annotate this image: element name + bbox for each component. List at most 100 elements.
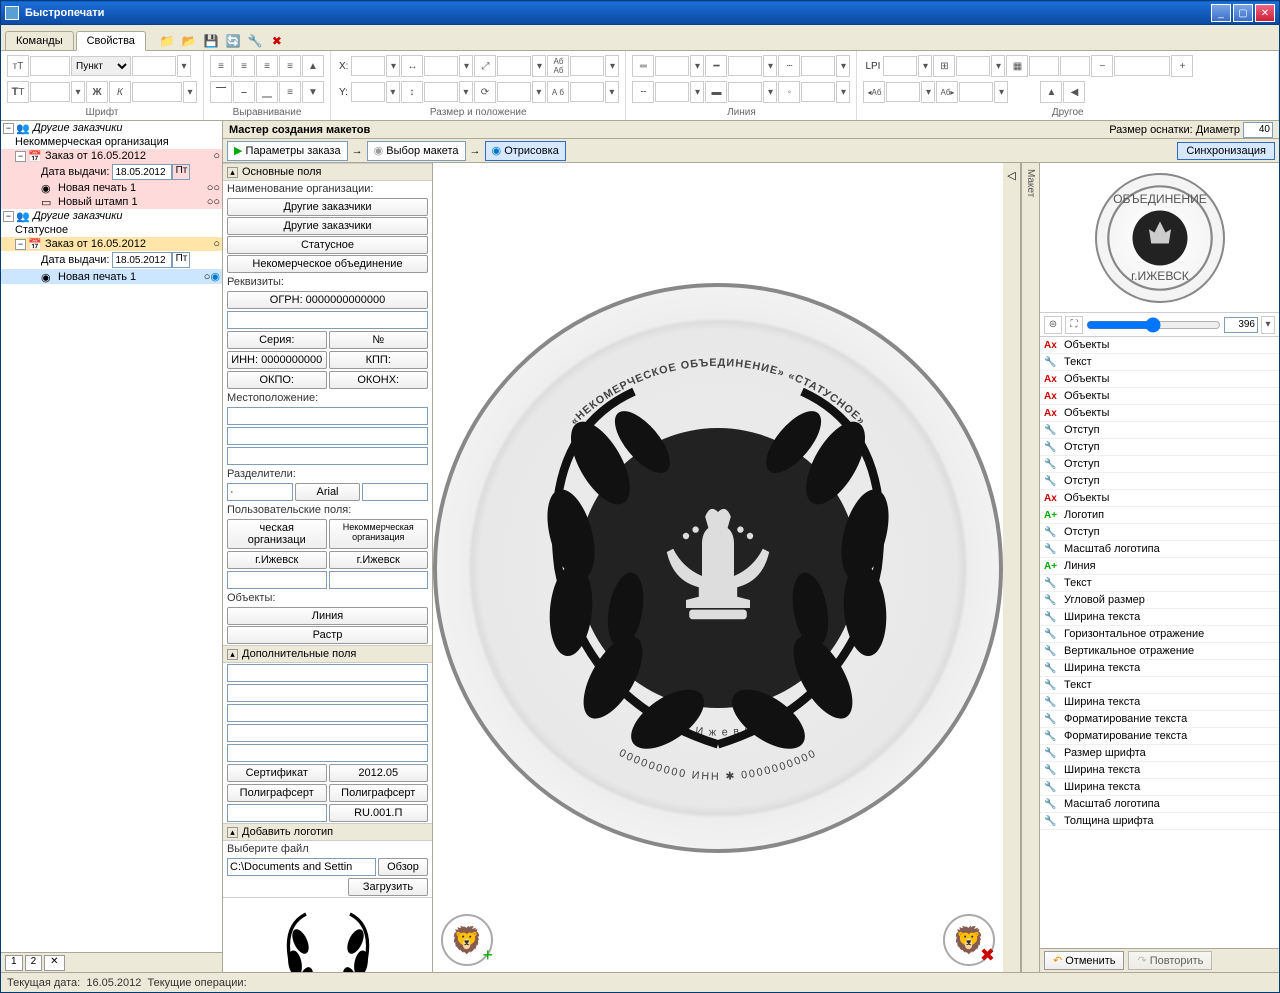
font-val-input[interactable] — [132, 56, 176, 76]
section-add-logo[interactable]: ▴Добавить логотип — [223, 823, 432, 841]
line-button[interactable]: Линия — [227, 607, 428, 625]
refresh-icon[interactable]: 🔄 — [224, 32, 242, 50]
browse-button[interactable]: Обзор — [378, 858, 428, 876]
close-button[interactable]: ✕ — [1255, 4, 1275, 22]
ab-right-icon[interactable]: Аб▸ — [936, 81, 958, 103]
tree-item[interactable]: Новая печать 1 — [58, 271, 136, 283]
text-scale-icon[interactable]: TT — [7, 81, 29, 103]
lpi-input[interactable] — [883, 56, 917, 76]
object-list-item[interactable]: 🔧Толщина шрифта — [1040, 813, 1279, 830]
h-input[interactable] — [424, 82, 458, 102]
lw-input[interactable] — [728, 56, 762, 76]
page-close-button[interactable]: ✕ — [44, 955, 64, 971]
align-right-icon[interactable]: ≡ — [256, 55, 278, 77]
corner-add-icon[interactable]: 🦁+ — [441, 914, 493, 966]
radio-icon[interactable]: ○ — [213, 150, 220, 162]
zoom-value-input[interactable] — [1224, 317, 1258, 333]
object-list-item[interactable]: 🔧Угловой размер — [1040, 592, 1279, 609]
city-button[interactable]: г.Ижевск — [329, 551, 429, 569]
chevron-down-icon[interactable]: ▾ — [177, 55, 191, 77]
tree-collapse-icon[interactable]: − — [3, 123, 14, 134]
align-justify-icon[interactable]: ≡ — [279, 55, 301, 77]
cert-date-button[interactable]: 2012.05 — [329, 764, 429, 782]
plus-button[interactable]: + — [1171, 55, 1193, 77]
abr-input[interactable] — [959, 82, 993, 102]
sep-size-input[interactable] — [362, 483, 428, 501]
object-list-item[interactable]: AxОбъекты — [1040, 405, 1279, 422]
scale-icon[interactable]: ⤢ — [474, 55, 496, 77]
x-input[interactable] — [351, 56, 385, 76]
spin-icon[interactable]: ▾ — [994, 81, 1008, 103]
tab-commands[interactable]: Команды — [5, 31, 74, 50]
mirror-v-icon[interactable]: ◀ — [1063, 81, 1085, 103]
spin-icon[interactable]: ▾ — [386, 55, 400, 77]
no-button[interactable]: № — [329, 331, 429, 349]
spin-icon[interactable]: ▾ — [763, 55, 777, 77]
object-list-item[interactable]: 🔧Масштаб логотипа — [1040, 541, 1279, 558]
corner-remove-icon[interactable]: 🦁✖ — [943, 914, 995, 966]
align-center-icon[interactable]: ≡ — [233, 55, 255, 77]
line-width-icon[interactable]: ━ — [705, 55, 727, 77]
extra-input[interactable] — [227, 704, 428, 722]
line-end-icon[interactable]: ▬ — [705, 81, 727, 103]
object-list-item[interactable]: 🔧Вертикальное отражение — [1040, 643, 1279, 660]
pattern-icon[interactable]: ▦ — [1006, 55, 1028, 77]
fit-width-icon[interactable]: ⊜ — [1044, 316, 1062, 334]
tree-label[interactable]: Заказ от 16.05.2012 — [45, 150, 146, 162]
align-left-icon[interactable]: ≡ — [210, 55, 232, 77]
object-list-item[interactable]: AxОбъекты — [1040, 490, 1279, 507]
customer-button[interactable]: Другие заказчики — [227, 198, 428, 216]
object-list-item[interactable]: A+Логотип — [1040, 507, 1279, 524]
delete-icon[interactable]: ✖ — [268, 32, 286, 50]
abl-input[interactable] — [886, 82, 920, 102]
tree-item[interactable]: Новая печать 1 — [58, 182, 136, 194]
okpo-button[interactable]: ОКПО: — [227, 371, 327, 389]
line-cap-icon[interactable]: ◦ — [778, 81, 800, 103]
object-list-item[interactable]: 🔧Отступ — [1040, 456, 1279, 473]
object-list-item[interactable]: 🔧Ширина текста — [1040, 779, 1279, 796]
object-list-item[interactable]: 🔧Ширина текста — [1040, 609, 1279, 626]
canvas-area[interactable]: «НЕКОМЕРЧЕСКОЕ ОБЪЕДИНЕНИЕ» «СТАТУСНОЕ» … — [433, 163, 1003, 972]
object-list-item[interactable]: AxОбъекты — [1040, 371, 1279, 388]
width-icon[interactable]: ↔ — [401, 55, 423, 77]
p2-input[interactable] — [1060, 56, 1090, 76]
wizard-step-layout[interactable]: ◉ Выбор макета — [367, 141, 466, 161]
folder-icon[interactable]: 📁 — [158, 32, 176, 50]
ld-input[interactable] — [801, 56, 835, 76]
lg-input[interactable] — [655, 82, 689, 102]
minimize-button[interactable]: _ — [1211, 4, 1231, 22]
raster-button[interactable]: Растр — [227, 626, 428, 644]
tree-collapse-icon[interactable]: − — [15, 151, 26, 162]
cert-button[interactable]: Сертификат — [227, 764, 327, 782]
load-button[interactable]: Загрузить — [348, 878, 428, 896]
font-scale-input[interactable] — [30, 82, 70, 102]
section-main-fields[interactable]: ▴Основные поля — [223, 163, 432, 181]
spin-icon[interactable]: ▾ — [459, 81, 473, 103]
extra-input[interactable] — [227, 724, 428, 742]
status-button[interactable]: Статусное — [227, 236, 428, 254]
spin-icon[interactable]: ▾ — [459, 55, 473, 77]
valign-dist-icon[interactable]: ≡ — [279, 81, 301, 103]
font-color-input[interactable] — [132, 82, 182, 102]
spin-icon[interactable]: ▾ — [532, 81, 546, 103]
ogrn-button[interactable]: ОГРН: 0000000000000 — [227, 291, 428, 309]
valign-top-icon[interactable]: ⎺ — [210, 81, 232, 103]
spin-icon[interactable]: ▾ — [918, 55, 932, 77]
city-button[interactable]: г.Ижевск — [227, 551, 327, 569]
height-icon[interactable]: ↕ — [401, 81, 423, 103]
y-input[interactable] — [351, 82, 385, 102]
object-list[interactable]: AxОбъекты🔧ТекстAxОбъектыAxОбъектыAxОбъек… — [1040, 337, 1279, 948]
ab-spacing-icon[interactable]: А б — [547, 81, 569, 103]
order-tree[interactable]: −👥Другие заказчики Некоммерческая органи… — [1, 121, 222, 952]
flip-v-icon[interactable]: ▼ — [302, 81, 324, 103]
seria-button[interactable]: Серия: — [227, 331, 327, 349]
chevron-down-icon[interactable]: ▾ — [183, 81, 197, 103]
redo-button[interactable]: ↷Повторить — [1128, 951, 1212, 970]
wizard-step-params[interactable]: ▶ Параметры заказа — [227, 141, 348, 161]
nko-button[interactable]: Некомерческое объединение — [227, 255, 428, 273]
s-input[interactable] — [497, 56, 531, 76]
valign-bot-icon[interactable]: ⎽ — [256, 81, 278, 103]
tree-collapse-icon[interactable]: − — [15, 239, 26, 250]
extra-input[interactable] — [227, 744, 428, 762]
object-list-item[interactable]: 🔧Ширина текста — [1040, 660, 1279, 677]
